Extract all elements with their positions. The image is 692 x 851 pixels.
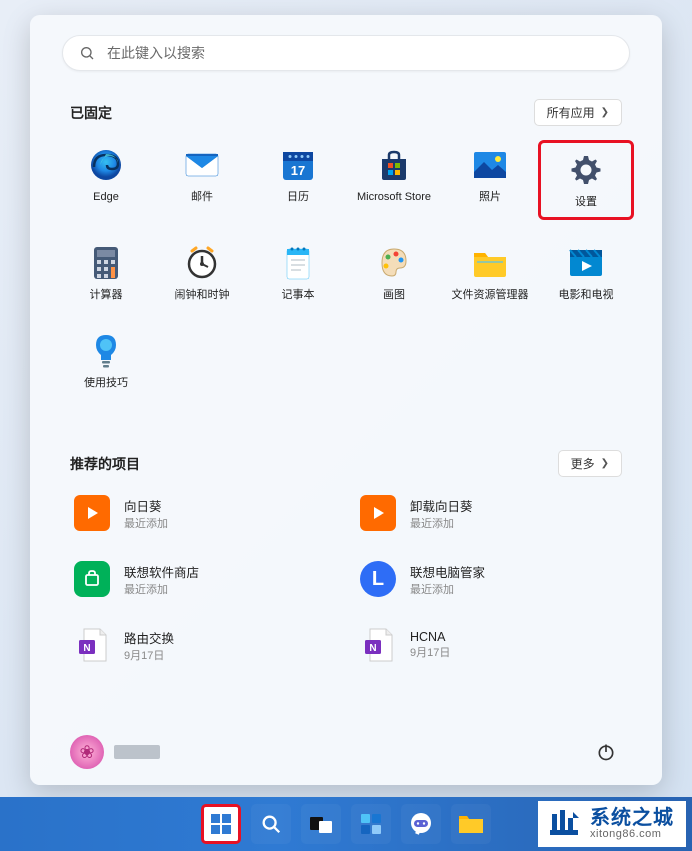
app-tile-settings[interactable]: 设置 — [538, 140, 634, 220]
calculator-icon — [87, 244, 125, 282]
folder-icon — [471, 244, 509, 282]
start-footer: ❀ — [30, 719, 662, 785]
more-button[interactable]: 更多 ❯ — [558, 450, 622, 477]
search-placeholder: 在此键入以搜索 — [107, 43, 205, 63]
rec-item-lenovo-store[interactable]: 联想软件商店最近添加 — [70, 557, 336, 601]
rec-item-uninstall-sunflower[interactable]: 卸载向日葵最近添加 — [356, 491, 622, 535]
taskbar-chat-button[interactable] — [401, 804, 441, 844]
svg-text:N: N — [83, 643, 90, 654]
rec-item-sunflower[interactable]: 向日葵最近添加 — [70, 491, 336, 535]
watermark-logo-icon — [546, 806, 582, 842]
app-tile-clock[interactable]: 闹钟和时钟 — [154, 238, 250, 308]
recommended-title: 推荐的项目 — [70, 454, 140, 474]
watermark-title: 系统之城 — [590, 808, 674, 829]
app-tile-tips[interactable]: 使用技巧 — [58, 326, 154, 396]
search-icon — [79, 45, 95, 61]
rec-item-routing[interactable]: N 路由交换9月17日 — [70, 623, 336, 667]
photos-icon — [471, 146, 509, 184]
app-tile-calendar[interactable]: 17 日历 — [250, 140, 346, 220]
chevron-right-icon: ❯ — [601, 458, 609, 469]
recommended-list: 向日葵最近添加 卸载向日葵最近添加 联想软件商店最近添加 L 联想电脑管家最近添… — [30, 491, 662, 667]
taskbar-widgets-button[interactable] — [351, 804, 391, 844]
app-tile-notepad[interactable]: 记事本 — [250, 238, 346, 308]
taskbar-taskview-button[interactable] — [301, 804, 341, 844]
calendar-icon: 17 — [279, 146, 317, 184]
app-tile-store[interactable]: Microsoft Store — [346, 140, 442, 220]
rec-item-hcna[interactable]: N HCNA9月17日 — [356, 623, 622, 667]
start-menu: 在此键入以搜索 已固定 所有应用 ❯ Edge 邮件 17 — [30, 15, 662, 785]
mail-icon — [183, 146, 221, 184]
all-apps-button[interactable]: 所有应用 ❯ — [534, 99, 622, 126]
chevron-right-icon: ❯ — [601, 107, 609, 118]
sunflower-icon — [360, 495, 396, 531]
pinned-header: 已固定 所有应用 ❯ — [30, 99, 662, 126]
paint-icon — [375, 244, 413, 282]
app-tile-explorer[interactable]: 文件资源管理器 — [442, 238, 538, 308]
app-tile-edge[interactable]: Edge — [58, 140, 154, 220]
notepad-icon — [279, 244, 317, 282]
lenovo-store-icon — [74, 561, 110, 597]
search-input[interactable]: 在此键入以搜索 — [62, 35, 630, 71]
app-tile-calculator[interactable]: 计算器 — [58, 238, 154, 308]
lenovo-manager-icon: L — [360, 561, 396, 597]
store-icon — [375, 146, 413, 184]
taskbar-search-button[interactable] — [251, 804, 291, 844]
recommended-header: 推荐的项目 更多 ❯ — [30, 450, 662, 477]
sunflower-icon — [74, 495, 110, 531]
svg-text:17: 17 — [291, 163, 305, 178]
user-account-button[interactable]: ❀ — [70, 735, 160, 769]
movies-icon — [567, 244, 605, 282]
app-tile-paint[interactable]: 画图 — [346, 238, 442, 308]
user-name-blurred — [114, 745, 160, 759]
onenote-file-icon: N — [74, 627, 110, 663]
pinned-grid: Edge 邮件 17 日历 Microsoft Store — [30, 140, 662, 396]
app-tile-mail[interactable]: 邮件 — [154, 140, 250, 220]
settings-icon — [567, 151, 605, 189]
avatar-icon: ❀ — [70, 735, 104, 769]
taskbar-explorer-button[interactable] — [451, 804, 491, 844]
app-tile-movies[interactable]: 电影和电视 — [538, 238, 634, 308]
onenote-file-icon: N — [360, 627, 396, 663]
rec-item-lenovo-manager[interactable]: L 联想电脑管家最近添加 — [356, 557, 622, 601]
power-button[interactable] — [594, 740, 618, 764]
watermark: 系统之城 xitong86.com — [538, 801, 686, 847]
svg-text:N: N — [369, 643, 376, 654]
tips-icon — [87, 332, 125, 370]
taskbar-start-button[interactable] — [201, 804, 241, 844]
watermark-url: xitong86.com — [590, 829, 674, 841]
app-tile-photos[interactable]: 照片 — [442, 140, 538, 220]
clock-icon — [183, 244, 221, 282]
edge-icon — [87, 146, 125, 184]
pinned-title: 已固定 — [70, 103, 112, 123]
